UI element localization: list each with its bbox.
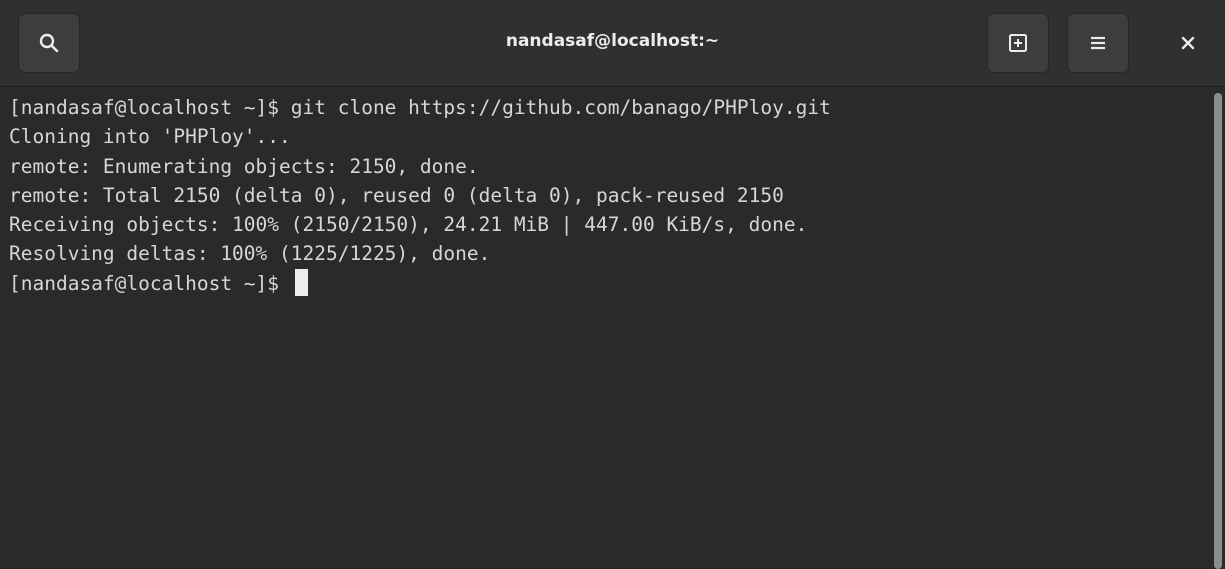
- terminal-window: nandasaf@localhost:~ [nandasaf@localhost…: [0, 0, 1225, 569]
- prompt-line[interactable]: [nandasaf@localhost ~]$: [9, 268, 831, 298]
- hamburger-menu-icon: [1091, 36, 1105, 50]
- terminal-line: remote: Enumerating objects: 2150, done.: [9, 154, 479, 178]
- terminal-output[interactable]: [nandasaf@localhost ~]$ git clone https:…: [0, 87, 1211, 569]
- headerbar: nandasaf@localhost:~: [0, 0, 1225, 87]
- close-button[interactable]: [1157, 13, 1219, 73]
- terminal-line: [nandasaf@localhost ~]$ git clone https:…: [9, 96, 831, 119]
- close-icon: [1181, 36, 1195, 50]
- terminal-line: Cloning into 'PHPloy'...: [9, 125, 291, 149]
- terminal-lines: [nandasaf@localhost ~]$ git clone https:…: [9, 93, 831, 298]
- scrollbar[interactable]: [1211, 87, 1225, 569]
- new-tab-button[interactable]: [987, 13, 1049, 73]
- menu-button[interactable]: [1067, 13, 1129, 73]
- terminal-line: remote: Total 2150 (delta 0), reused 0 (…: [9, 183, 784, 207]
- scrollbar-thumb[interactable]: [1214, 93, 1222, 569]
- new-tab-icon: [1009, 34, 1027, 52]
- terminal-line: Receiving objects: 100% (2150/2150), 24.…: [9, 213, 808, 237]
- prompt: [nandasaf@localhost ~]$: [9, 271, 291, 295]
- text-cursor: [294, 268, 308, 296]
- terminal-line: Resolving deltas: 100% (1225/1225), done…: [9, 242, 491, 266]
